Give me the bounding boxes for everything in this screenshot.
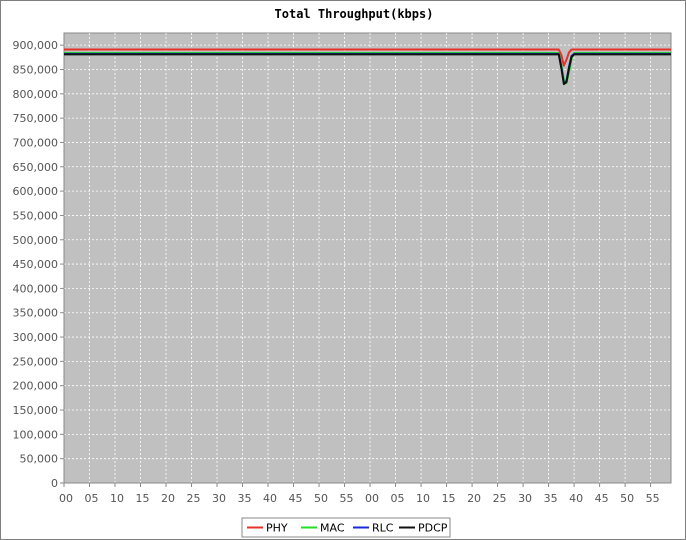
y-tick-label: 150,000	[13, 404, 59, 417]
x-tick-label: 20	[161, 492, 175, 505]
y-tick-label: 450,000	[13, 258, 59, 271]
plot-background	[63, 32, 672, 484]
x-tick-label: 10	[416, 492, 430, 505]
y-tick-label: 650,000	[13, 161, 59, 174]
x-tick-label: 50	[314, 492, 328, 505]
x-tick-label: 00	[59, 492, 73, 505]
y-tick-label: 550,000	[13, 209, 59, 222]
x-tick-label: 05	[85, 492, 99, 505]
y-tick-label: 400,000	[13, 282, 59, 295]
x-tick-label: 00	[365, 492, 379, 505]
y-tick-label: 300,000	[13, 331, 59, 344]
y-tick-label: 500,000	[13, 234, 59, 247]
y-tick-label: 350,000	[13, 307, 59, 320]
x-tick-label: 30	[212, 492, 226, 505]
plot-area	[63, 32, 672, 484]
y-tick-label: 100,000	[13, 428, 59, 441]
x-tick-label: 25	[187, 492, 201, 505]
y-tick-label: 0	[51, 477, 58, 490]
chart-title: Total Throughput(kbps)	[275, 7, 434, 21]
legend-label-pdcp: PDCP	[418, 522, 448, 535]
x-tick-label: 05	[391, 492, 405, 505]
x-tick-label: 20	[467, 492, 481, 505]
y-tick-label: 250,000	[13, 355, 59, 368]
legend-label-phy: PHY	[266, 522, 288, 535]
y-tick-label: 700,000	[13, 136, 59, 149]
y-tick-label: 900,000	[13, 39, 59, 52]
x-tick-label: 50	[620, 492, 634, 505]
y-tick-label: 800,000	[13, 88, 59, 101]
x-axis: 00 05 10 15 20 25 30 35 40 45 50 55 00 05 10 15 20 25 30 35…	[59, 482, 671, 505]
y-tick-label: 50,000	[20, 453, 59, 466]
x-tick-label: 55	[340, 492, 354, 505]
x-tick-label: 10	[110, 492, 124, 505]
x-tick-label: 35	[544, 492, 558, 505]
x-tick-label: 45	[289, 492, 303, 505]
legend-label-mac: MAC	[320, 522, 345, 535]
y-axis: 0 50,000 100,000 150,000 200,000 250,000 300,0…	[13, 33, 65, 490]
x-tick-label: 45	[595, 492, 609, 505]
legend: PHY MAC RLC PDCP	[241, 517, 451, 538]
y-tick-label: 600,000	[13, 185, 59, 198]
x-tick-label: 55	[646, 492, 660, 505]
throughput-chart: Total Throughput(kbps) 050,000100,000150…	[13, 7, 672, 538]
x-tick-label: 30	[518, 492, 532, 505]
y-tick-label: 850,000	[13, 63, 59, 76]
legend-label-rlc: RLC	[372, 522, 394, 535]
y-tick-label: 750,000	[13, 112, 59, 125]
chart-frame: Total Throughput(kbps) 0 50,000 100,000 150…	[0, 0, 686, 540]
x-tick-label: 40	[569, 492, 583, 505]
x-tick-label: 40	[263, 492, 277, 505]
x-tick-label: 15	[136, 492, 150, 505]
y-tick-label: 200,000	[13, 380, 59, 393]
x-tick-label: 25	[493, 492, 507, 505]
x-tick-label: 15	[442, 492, 456, 505]
x-tick-label: 35	[238, 492, 252, 505]
